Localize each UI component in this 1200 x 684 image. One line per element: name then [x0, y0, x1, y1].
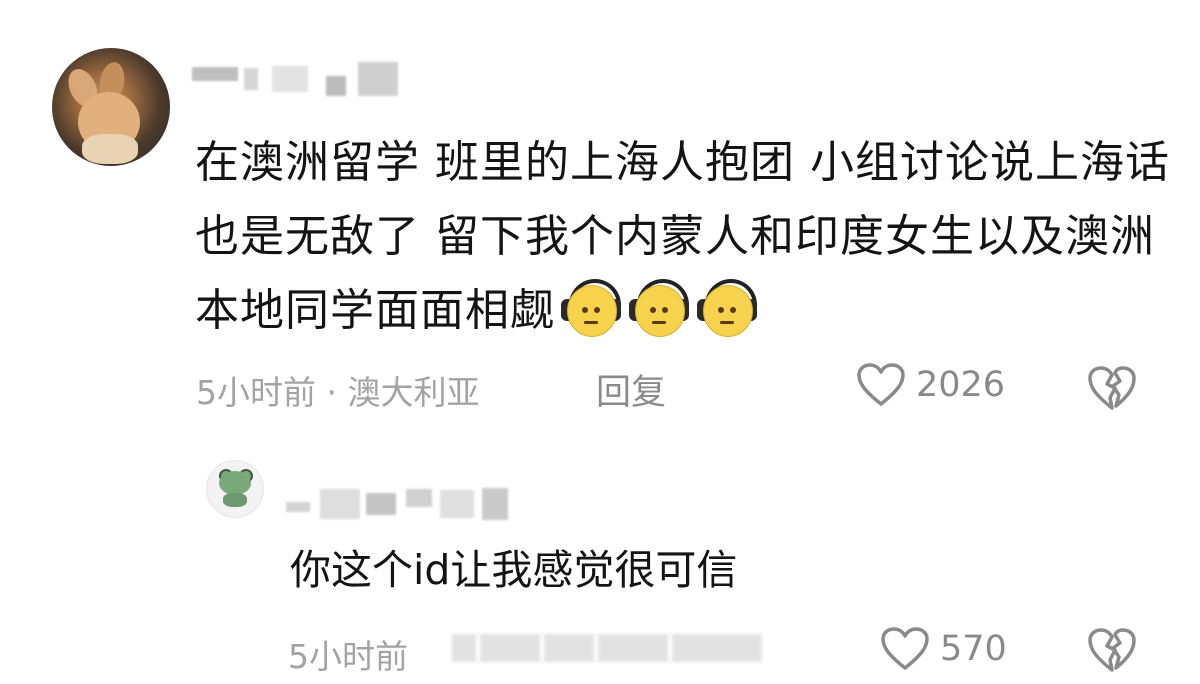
like-button[interactable]: 2026	[856, 362, 1005, 408]
reply-text: 你这个id让我感觉很可信	[290, 546, 738, 594]
avatar-paw	[82, 134, 138, 164]
reply-username-blurred[interactable]	[286, 488, 508, 520]
broken-heart-icon[interactable]	[1086, 364, 1138, 412]
broken-heart-icon[interactable]	[1086, 626, 1138, 674]
reply-like-count: 570	[940, 629, 1007, 669]
heart-outline-icon	[880, 626, 930, 672]
frog-body	[223, 493, 247, 507]
reply-meta: 5小时前	[288, 637, 408, 676]
reply-button[interactable]: 回复	[596, 364, 666, 415]
reply-avatar[interactable]	[206, 460, 264, 518]
heart-outline-icon	[856, 362, 906, 408]
avatar[interactable]	[52, 48, 170, 166]
comment-text: 在澳洲留学 班里的上海人抱团 小组讨论说上海话也是无敌了 留下我个内蒙人和印度女…	[195, 126, 1175, 348]
comment-meta: 5小时前 · 澳大利亚	[196, 373, 480, 412]
like-count: 2026	[916, 365, 1006, 405]
frog-head	[219, 471, 251, 495]
reply-meta-blurred	[452, 634, 762, 662]
headphones-face-emoji-icon	[695, 279, 759, 337]
reply-like-button[interactable]: 570	[880, 626, 1007, 672]
headphones-face-emoji-icon	[627, 279, 691, 337]
headphones-face-emoji-icon	[559, 279, 623, 337]
username-blurred[interactable]	[192, 62, 398, 96]
